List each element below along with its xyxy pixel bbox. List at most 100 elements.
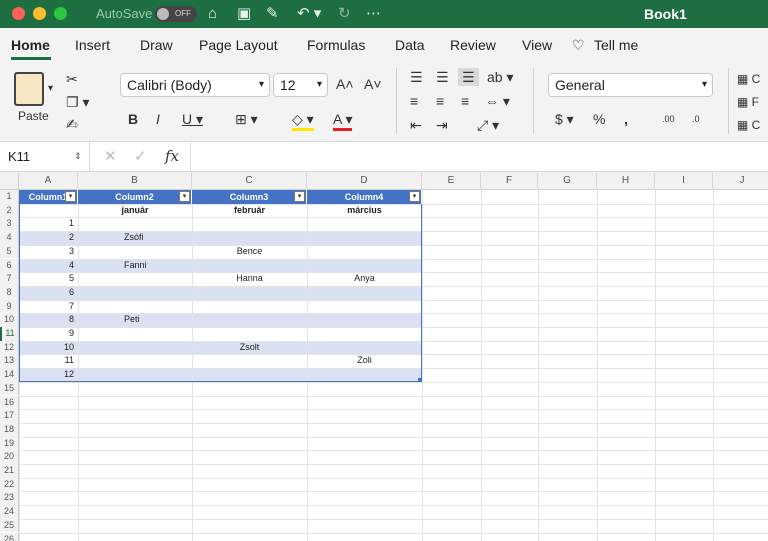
table-header-cell[interactable]: Column3 ▾ [192,190,307,204]
row-header[interactable]: 12 [0,340,19,355]
row-header[interactable]: 14 [0,368,19,382]
month-cell[interactable]: március [307,204,422,218]
paste-label[interactable]: Paste [18,107,49,125]
font-color-icon[interactable]: A ▾ [333,110,353,131]
conditional-formatting-icon[interactable]: ▦ C [737,70,760,88]
format-painter-icon[interactable]: ✍ [66,115,78,133]
align-left-icon[interactable]: ≡ [410,92,418,110]
row-header[interactable]: 5 [0,244,19,259]
paste-icon[interactable] [14,72,44,106]
number-cell[interactable]: 9 [19,327,74,341]
row-header[interactable]: 1 [0,190,19,204]
table-header-cell[interactable]: Column1 ▾ [19,190,78,204]
number-cell[interactable]: 4 [19,259,74,273]
tab-draw[interactable]: Draw [140,37,173,53]
worksheet-grid[interactable]: ABCDEFGHIJ 1 2 3 4 5 6 7 8 9 10 11 12 13 14 15 16 17 18 19… [0,172,768,541]
number-cell[interactable]: 6 [19,286,74,300]
function-icon[interactable]: fx [165,147,179,165]
formula-input[interactable] [190,142,768,171]
format-as-table-icon[interactable]: ▦ F [737,93,759,111]
filter-dropdown-icon[interactable]: ▾ [294,191,305,202]
increase-font-size-icon[interactable]: A˄ [336,75,354,93]
row-header[interactable]: 4 [0,231,19,245]
stepper-icon[interactable]: ⇕ [74,142,82,171]
filter-dropdown-icon[interactable]: ▾ [409,191,420,202]
name-cell[interactable]: Hanna [192,272,307,286]
home-icon[interactable]: ⌂ [208,4,217,24]
row-header[interactable]: 7 [0,272,19,286]
row-header[interactable]: 13 [0,354,19,369]
row-header[interactable]: 9 [0,299,19,314]
tab-formulas[interactable]: Formulas [307,37,365,53]
increase-indent-icon[interactable]: ⇥ [436,116,448,134]
column-header[interactable]: B [78,172,192,190]
decrease-indent-icon[interactable]: ⇤ [410,116,422,134]
minimize-window-button[interactable] [33,7,46,20]
row-header[interactable]: 11 [0,327,19,341]
name-cell[interactable]: Zoli [307,354,422,368]
cell-styles-icon[interactable]: ▦ C [737,116,760,134]
font-size-select[interactable]: 12 ▾ [273,73,328,97]
currency-icon[interactable]: $ ▾ [555,110,574,128]
column-header[interactable]: C [192,172,307,190]
number-cell[interactable]: 3 [19,245,74,259]
paste-chevron-icon[interactable]: ▾ [48,80,53,98]
row-header[interactable]: 19 [0,436,19,451]
name-cell[interactable]: Peti [124,313,184,327]
table-header-cell[interactable]: Column4 ▾ [307,190,422,204]
cut-icon[interactable]: ✂ [66,70,78,88]
column-header[interactable]: E [422,172,481,190]
borders-icon[interactable]: ⊞ ▾ [235,110,258,128]
row-header[interactable]: 6 [0,258,19,273]
name-cell[interactable]: Fanni [124,259,184,273]
undo-icon[interactable]: ↶ ▾ [297,4,321,24]
column-header[interactable]: I [655,172,713,190]
close-window-button[interactable] [12,7,25,20]
row-header[interactable]: 21 [0,464,19,478]
decrease-decimal-icon[interactable]: .0 [692,110,700,128]
filter-dropdown-icon[interactable]: ▾ [179,191,190,202]
align-middle-icon[interactable]: ☰ [436,68,449,86]
align-bottom-icon[interactable]: ☰ [458,68,479,86]
row-header[interactable]: 3 [0,217,19,232]
column-header[interactable]: A [19,172,78,190]
align-center-icon[interactable]: ≡ [436,92,444,110]
redo-icon[interactable]: ↻ [338,4,351,24]
row-header[interactable]: 25 [0,518,19,533]
column-header[interactable]: F [481,172,538,190]
number-cell[interactable]: 8 [19,313,74,327]
select-all-corner[interactable] [0,172,19,190]
month-cell[interactable]: február [192,204,307,218]
number-cell[interactable]: 5 [19,272,74,286]
number-cell[interactable]: 10 [19,341,74,355]
name-box[interactable]: K11 ⇕ [0,142,90,171]
wrap-text-icon[interactable]: ab ▾ [487,68,514,86]
name-cell[interactable]: Bence [192,245,307,259]
decrease-font-size-icon[interactable]: A˅ [364,75,382,93]
name-cell[interactable]: Zsolt [192,341,307,355]
copy-icon[interactable]: ❐ ▾ [66,93,89,111]
tab-insert[interactable]: Insert [75,37,110,53]
tab-review[interactable]: Review [450,37,496,53]
row-header[interactable]: 22 [0,477,19,492]
number-cell[interactable]: 12 [19,368,74,382]
tab-data[interactable]: Data [395,37,425,53]
underline-icon[interactable]: U ▾ [182,110,203,128]
row-header[interactable]: 23 [0,491,19,506]
column-header[interactable]: H [597,172,655,190]
row-header[interactable]: 15 [0,381,19,396]
name-cell[interactable]: Zsófi [124,231,184,245]
row-header[interactable]: 20 [0,450,19,464]
merge-center-icon[interactable]: ⇔ ▾ [485,92,510,110]
number-cell[interactable]: 1 [19,217,74,231]
name-cell[interactable]: Anya [307,272,422,286]
table-header-cell[interactable]: Column2 ▾ [78,190,192,204]
filter-dropdown-icon[interactable]: ▾ [65,191,76,202]
row-header[interactable]: 8 [0,285,19,300]
comma-style-icon[interactable]: , [624,110,628,128]
font-name-select[interactable]: Calibri (Body) ▾ [120,73,270,97]
tab-view[interactable]: View [522,37,552,53]
row-header[interactable]: 16 [0,395,19,410]
tab-home[interactable]: Home [11,37,50,53]
column-header[interactable]: J [713,172,768,190]
